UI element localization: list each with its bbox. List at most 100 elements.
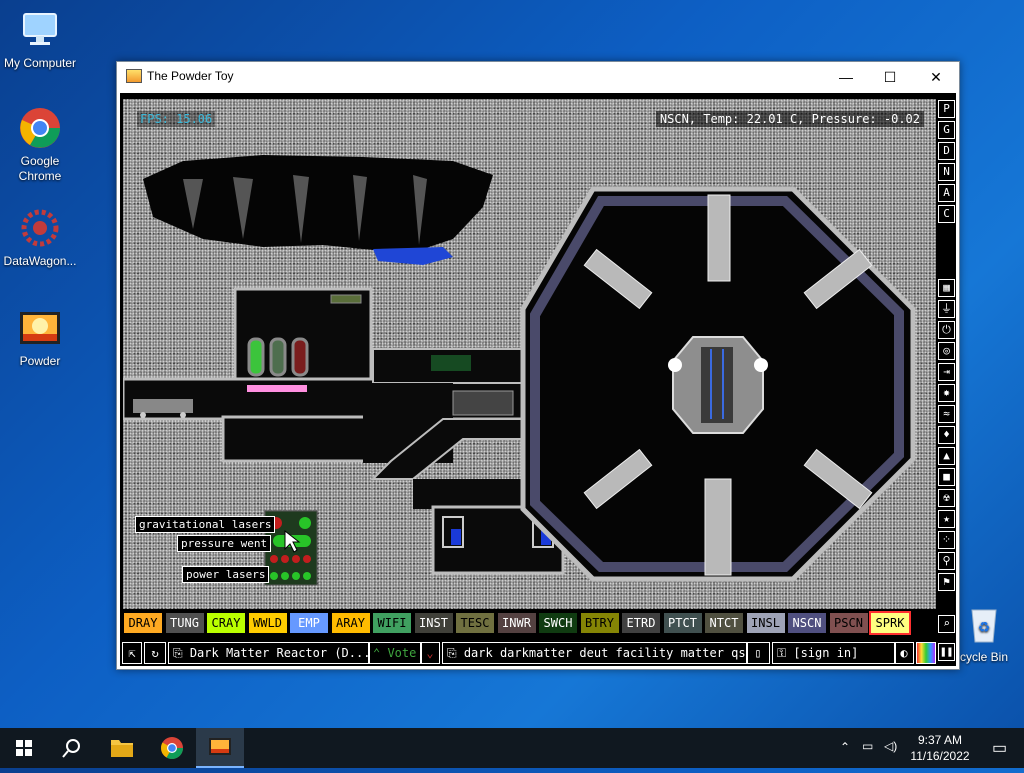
chrome-taskbar-button[interactable]	[148, 728, 196, 768]
gravity-toggle-g[interactable]: G	[938, 121, 955, 139]
radioactive-icon[interactable]: ☢	[938, 489, 955, 507]
save-icon: ⎘	[173, 646, 190, 660]
svg-text:♻: ♻	[978, 620, 991, 636]
powder-icon	[209, 738, 231, 755]
menu-sidebar: P G D N A C ▦ ⏚ ⏻ ◎ ⇥ ✸ ≈ ♦ ▲ ■ ☢ ★ ⁘ ⚲ …	[936, 93, 956, 666]
close-button[interactable]: ✕	[913, 62, 959, 92]
fps-counter: FPS: 15.06	[137, 111, 216, 127]
tools-icon[interactable]: ⚲	[938, 552, 955, 570]
desktop-icon-label: My Computer	[3, 56, 77, 70]
newtonian-toggle-n[interactable]: N	[938, 163, 955, 181]
vote-label: Vote	[387, 646, 417, 660]
taskbar: ⌃ ▭ ◁) 9:37 AM 11/16/2022 ▭	[0, 728, 1024, 768]
liquids-icon[interactable]: ♦	[938, 426, 955, 444]
powders-icon[interactable]: ▲	[938, 447, 955, 465]
monitor-icon	[18, 8, 62, 52]
folder-icon	[111, 740, 133, 757]
green-tank	[247, 337, 265, 377]
desktop-icon-label: Google Chrome	[18, 154, 62, 183]
clock-time: 9:37 AM	[917, 733, 963, 747]
life-icon[interactable]: ⁘	[938, 531, 955, 549]
reload-button[interactable]: ↻	[144, 642, 166, 664]
element-button-wwld[interactable]: WWLD	[248, 613, 287, 633]
file-explorer-button[interactable]	[98, 728, 146, 768]
element-button-ntct[interactable]: NTCT	[705, 613, 743, 633]
walls-icon[interactable]: ▦	[938, 279, 955, 297]
pink-bar	[247, 385, 307, 392]
element-button-inst[interactable]: INST	[414, 613, 453, 633]
element-button-swch[interactable]: SWCH	[539, 613, 577, 633]
desktop-icon-datawagon[interactable]: DataWagon...	[0, 206, 80, 269]
water-pool	[373, 247, 453, 265]
desktop-icon-powder[interactable]: Powder	[0, 306, 80, 369]
network-icon[interactable]: ▭	[862, 739, 873, 753]
explosives-icon[interactable]: ✸	[938, 384, 955, 402]
power-lasers-label: power lasers	[182, 566, 270, 583]
desktop-icon-my-computer[interactable]: My Computer	[0, 8, 80, 71]
powder-icon	[18, 306, 62, 350]
element-button-emp[interactable]: EMP	[290, 613, 328, 633]
element-button-btry[interactable]: BTRY	[580, 613, 619, 633]
decor-toggle-d[interactable]: D	[938, 142, 955, 160]
pause-toggle-p[interactable]: P	[938, 100, 955, 118]
windows-logo-icon	[16, 740, 32, 756]
element-button-tung[interactable]: TUNG	[165, 613, 204, 633]
tags-text: dark darkmatter deut facility matter qse…	[463, 646, 748, 660]
title-bar[interactable]: The Powder Toy — ☐ ✕	[117, 62, 959, 92]
special-icon[interactable]: ★	[938, 510, 955, 528]
notifications-button[interactable]: ▭	[980, 728, 1020, 768]
vote-down-button[interactable]: ⌄	[420, 642, 440, 664]
element-button-insl[interactable]: INSL	[746, 613, 785, 633]
element-button-ptct[interactable]: PTCT	[663, 613, 702, 633]
tags-button[interactable]: ⎘ dark darkmatter deut facility matter q…	[442, 642, 748, 664]
element-button-sprk[interactable]: SPRK	[869, 611, 911, 635]
new-simulation-button[interactable]: ▯	[746, 642, 770, 664]
desktop-icon-chrome[interactable]: Google Chrome	[0, 106, 80, 184]
render-options-button[interactable]	[916, 642, 936, 664]
ambient-toggle-a[interactable]: A	[938, 184, 955, 202]
element-button-pscn[interactable]: PSCN	[829, 613, 868, 633]
simulation-canvas[interactable]: FPS: 15.06 NSCN, Temp: 22.01 C, Pressure…	[123, 99, 936, 609]
clock[interactable]: 9:37 AM 11/16/2022	[900, 728, 980, 768]
notification-icon: ▭	[992, 740, 1008, 757]
solids-icon[interactable]: ■	[938, 468, 955, 486]
chevron-up-icon[interactable]: ⌃	[840, 740, 850, 754]
sensors-icon[interactable]: ◎	[938, 342, 955, 360]
magnifier-icon	[62, 739, 80, 758]
particle-info-hud: NSCN, Temp: 22.01 C, Pressure: -0.02	[655, 111, 924, 127]
open-save-button[interactable]: ⇱	[122, 642, 142, 664]
element-button-cray[interactable]: CRAY	[207, 613, 245, 633]
element-button-dray[interactable]: DRAY	[124, 613, 162, 633]
sign-in-button[interactable]: ⚿ [sign in]	[772, 642, 896, 664]
element-button-nscn[interactable]: NSCN	[788, 613, 826, 633]
gravitational-lasers-label: gravitational lasers	[135, 516, 276, 533]
element-button-wifi[interactable]: WIFI	[373, 613, 411, 633]
settings-button[interactable]: ◐	[894, 642, 914, 664]
power-icon[interactable]: ⏻	[938, 321, 955, 339]
gases-icon[interactable]: ≈	[938, 405, 955, 423]
vote-up-button[interactable]: ⌃ Vote	[368, 642, 422, 664]
search-taskbar-button[interactable]	[48, 728, 96, 768]
volume-icon[interactable]: ◁)	[884, 739, 897, 753]
game-area: FPS: 15.06 NSCN, Temp: 22.01 C, Pressure…	[120, 93, 956, 666]
element-button-etrd[interactable]: ETRD	[622, 613, 660, 633]
maximize-button[interactable]: ☐	[867, 62, 913, 92]
thumb-up-icon: ⌃	[373, 646, 388, 660]
element-button-tesc[interactable]: TESC	[456, 613, 494, 633]
start-button[interactable]	[0, 728, 48, 768]
electronics-icon[interactable]: ⏚	[938, 300, 955, 318]
tag-icon: ⎘	[447, 646, 464, 660]
save-title-button[interactable]: ⎘ Dark Matter Reactor (D...	[168, 642, 370, 664]
search-icon[interactable]: ⌕	[938, 615, 955, 633]
minimize-button[interactable]: —	[823, 62, 869, 92]
force-icon[interactable]: ⇥	[938, 363, 955, 381]
favorites-icon[interactable]: ⚑	[938, 573, 955, 591]
element-button-aray[interactable]: ARAY	[331, 613, 370, 633]
key-icon: ⚿	[777, 646, 794, 660]
element-button-inwr[interactable]: INWR	[497, 613, 536, 633]
powder-toy-window: The Powder Toy — ☐ ✕ FPS: 15.06 NSCN, Te…	[116, 61, 960, 670]
pressure-went-label: pressure went	[177, 535, 272, 552]
powder-taskbar-button[interactable]	[196, 728, 244, 768]
recycle-bin-icon: ♻	[962, 602, 1006, 646]
console-toggle-c[interactable]: C	[938, 205, 955, 223]
